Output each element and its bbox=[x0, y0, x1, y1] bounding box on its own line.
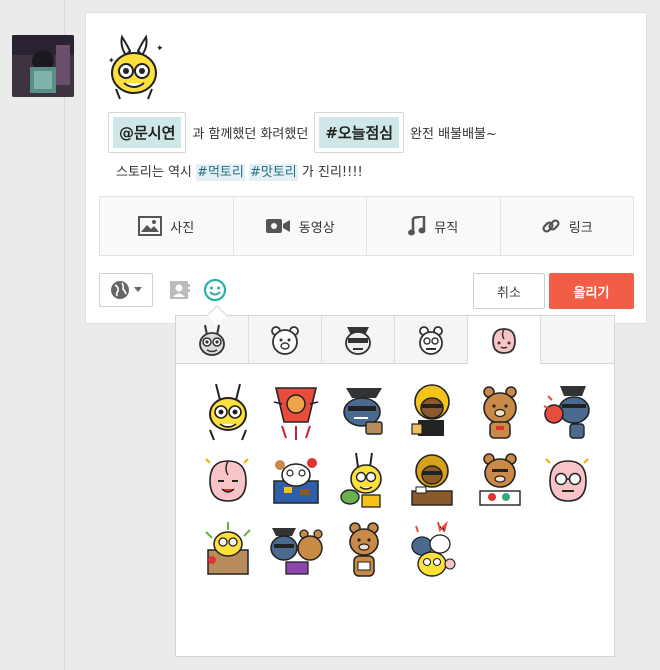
mention-text: @문시연 bbox=[113, 116, 182, 148]
sticker-muzi-cheer[interactable] bbox=[196, 380, 260, 444]
post-line2-prefix: 스토리는 역시 bbox=[116, 165, 192, 180]
emoticon-picker bbox=[175, 315, 615, 657]
post-text-line2: 스토리는 역시 #먹토리 #맛토리 가 진리!!!! bbox=[116, 161, 363, 181]
contact-card-icon[interactable] bbox=[169, 279, 191, 301]
post-text-a: 과 함께했던 화려했던 bbox=[192, 126, 309, 142]
hashtag-chip-text: #오늘점심 bbox=[319, 116, 400, 148]
mention-chip[interactable]: @문시연 bbox=[108, 111, 187, 153]
svg-text:✦: ✦ bbox=[108, 56, 115, 65]
tab-apeach[interactable] bbox=[468, 316, 541, 365]
video-button[interactable]: 동영상 bbox=[234, 197, 367, 255]
muzi-tab-icon bbox=[199, 324, 225, 356]
sticker-grid bbox=[196, 380, 606, 582]
sticker-neo-love[interactable] bbox=[536, 380, 600, 444]
post-line2-suffix: 가 진리!!!! bbox=[301, 165, 363, 180]
globe-icon bbox=[111, 281, 129, 299]
media-attach-bar: 사진 동영상 뮤직 링크 bbox=[99, 196, 634, 256]
hashtag-chip[interactable]: #오늘점심 bbox=[314, 111, 405, 153]
link-icon bbox=[542, 219, 560, 233]
sticker-muzi-party[interactable] bbox=[332, 449, 396, 513]
tab-tube[interactable] bbox=[395, 316, 468, 364]
music-label: 뮤직 bbox=[434, 220, 459, 236]
video-label: 동영상 bbox=[298, 220, 335, 236]
post-composer: ✦ ✦ @문시연 과 함께했던 화려했던 #오늘점심 완전 배불배불~ 스토리는… bbox=[85, 12, 647, 324]
cancel-label: 취소 bbox=[497, 285, 521, 301]
photo-button[interactable]: 사진 bbox=[100, 197, 234, 255]
music-icon bbox=[408, 216, 426, 236]
avatar[interactable] bbox=[12, 35, 74, 97]
privacy-dropdown[interactable] bbox=[99, 273, 153, 307]
tab-frodo[interactable] bbox=[249, 316, 322, 364]
sticker-apeach-happy[interactable] bbox=[196, 449, 260, 513]
post-text-b: 완전 배불배불~ bbox=[410, 126, 497, 142]
post-button[interactable]: 올리기 bbox=[549, 273, 634, 309]
tube-tab-icon bbox=[419, 326, 443, 355]
sticker-frodo-table[interactable] bbox=[400, 449, 464, 513]
tab-muzi[interactable] bbox=[176, 316, 249, 364]
hashtag-link[interactable]: #먹토리 bbox=[196, 164, 245, 181]
chevron-down-icon bbox=[134, 287, 142, 292]
tab-neo[interactable] bbox=[322, 316, 395, 364]
apeach-tab-icon bbox=[492, 328, 516, 354]
photo-icon bbox=[138, 216, 163, 236]
neo-tab-icon bbox=[345, 327, 371, 355]
sticker-muzi-box[interactable] bbox=[196, 518, 260, 582]
sticker-ryan-think[interactable] bbox=[468, 380, 532, 444]
post-text-line1: @문시연 과 함께했던 화려했던 #오늘점심 완전 배불배불~ bbox=[108, 111, 503, 153]
sticker-neo-eat[interactable] bbox=[332, 380, 396, 444]
attached-muzi-sticker: ✦ ✦ bbox=[106, 33, 166, 103]
emoticon-icon[interactable] bbox=[203, 278, 227, 302]
hashtag-link[interactable]: #맛토리 bbox=[248, 164, 298, 181]
sticker-tube-feast[interactable] bbox=[264, 449, 328, 513]
cancel-button[interactable]: 취소 bbox=[473, 273, 545, 309]
link-button[interactable]: 링크 bbox=[501, 197, 634, 255]
frodo-tab-icon bbox=[271, 326, 299, 355]
sticker-frodo-afro[interactable] bbox=[400, 380, 464, 444]
video-icon bbox=[265, 219, 290, 233]
post-label: 올리기 bbox=[573, 285, 610, 301]
sticker-apeach-glasses[interactable] bbox=[536, 449, 600, 513]
sticker-group-party[interactable] bbox=[400, 518, 464, 582]
svg-text:✦: ✦ bbox=[156, 44, 164, 54]
sticker-ryan-meal[interactable] bbox=[468, 449, 532, 513]
sticker-ryan-explode[interactable] bbox=[264, 380, 328, 444]
link-label: 링크 bbox=[568, 220, 593, 236]
sticker-neo-ryan-hug[interactable] bbox=[264, 518, 328, 582]
left-rail bbox=[0, 0, 65, 670]
emoticon-tabs bbox=[176, 316, 614, 365]
sticker-ryan-standing[interactable] bbox=[332, 518, 396, 582]
photo-label: 사진 bbox=[170, 220, 195, 236]
music-button[interactable]: 뮤직 bbox=[367, 197, 501, 255]
